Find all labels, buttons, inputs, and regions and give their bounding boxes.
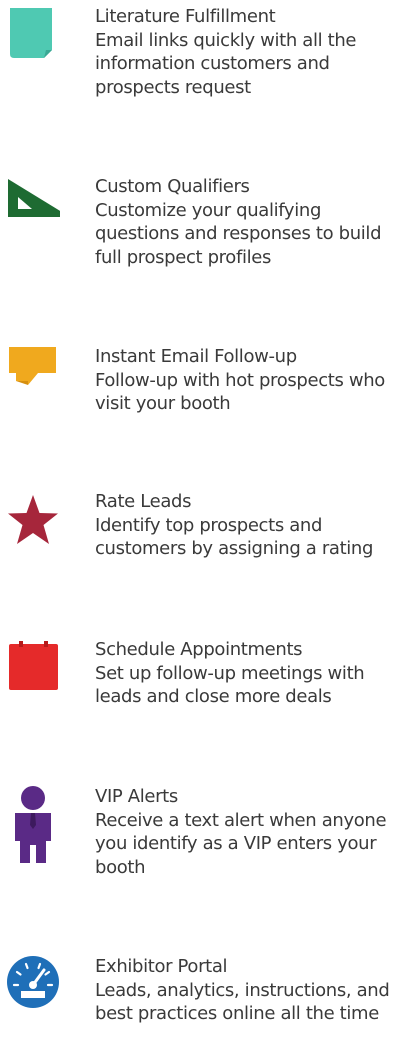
feature-title: Exhibitor Portal <box>95 956 228 977</box>
feature-description: Set up follow-up meetings with leads and… <box>95 662 365 708</box>
feature-description: Identify top prospects and customers by … <box>95 514 374 560</box>
brochure-icon <box>6 6 60 60</box>
feature-title: VIP Alerts <box>95 786 178 807</box>
feature-title: Instant Email Follow-up <box>95 346 297 367</box>
feature-description: Follow-up with hot prospects who visit y… <box>95 369 385 415</box>
person-icon <box>6 785 60 865</box>
star-icon <box>6 494 60 548</box>
calendar-icon <box>6 640 60 694</box>
feature-description: Customize your qualifying questions and … <box>95 199 382 268</box>
feature-title: Custom Qualifiers <box>95 176 250 197</box>
feature-description: Leads, analytics, instructions, and best… <box>95 979 390 1025</box>
feature-title: Rate Leads <box>95 491 192 512</box>
chat-bubble-icon <box>6 345 60 399</box>
speedometer-icon <box>6 955 60 1009</box>
feature-description: Email links quickly with all the informa… <box>95 29 357 98</box>
feature-title: Literature Fulfillment <box>95 6 276 27</box>
feature-title: Schedule Appointments <box>95 639 303 660</box>
feature-description: Receive a text alert when anyone you ide… <box>95 809 387 878</box>
set-square-icon <box>6 175 60 229</box>
